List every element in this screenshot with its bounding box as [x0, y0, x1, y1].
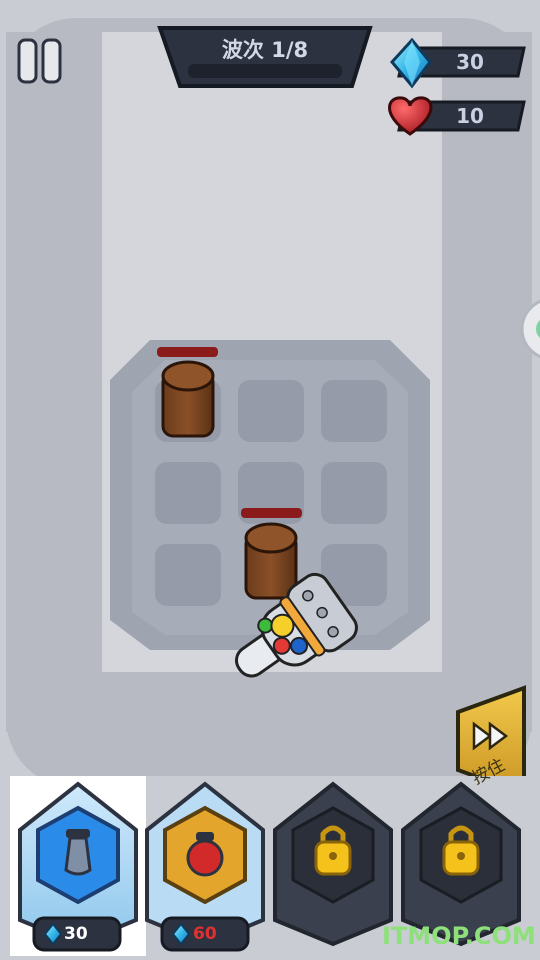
game-screen: 波次 1/8 30 10 按住 30 60 ITMOP.COM: [0, 0, 540, 960]
tower-slot[interactable]: [321, 462, 387, 524]
tower-slot[interactable]: [155, 462, 221, 524]
tower-slot[interactable]: [155, 544, 221, 606]
tower-slot[interactable]: [321, 380, 387, 442]
watermark: ITMOP.COM: [382, 922, 536, 950]
gem-count: 30: [456, 50, 484, 74]
tower-slot[interactable]: [238, 380, 304, 442]
lives-count: 10: [456, 104, 484, 128]
bomb-icon: [64, 829, 92, 876]
wave-banner-text: 波次 1/8: [160, 28, 370, 68]
enemy-health-bar: [241, 508, 302, 518]
wave-label: 波次 1/8: [221, 38, 309, 62]
game-field: [0, 18, 540, 960]
pause-icon: [17, 38, 38, 84]
enemy-health-bar: [157, 347, 218, 357]
tower-cost: 30: [64, 924, 88, 944]
tower-cost: 60: [193, 924, 217, 944]
